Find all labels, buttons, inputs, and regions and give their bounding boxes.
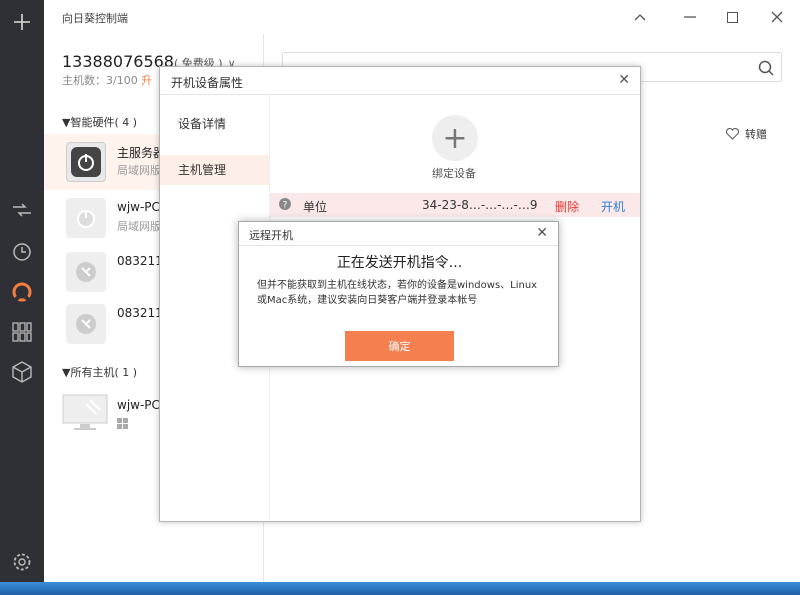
device-name: 083211 [117, 306, 163, 320]
group-all-hosts[interactable]: ▼所有主机( 1 ) [62, 364, 137, 380]
close-window-button[interactable] [767, 8, 787, 26]
poweron-link[interactable]: 开机 [601, 198, 625, 215]
history-icon[interactable] [8, 238, 36, 266]
collapse-icon[interactable] [630, 8, 650, 26]
tab-host-management[interactable]: 主机管理 [160, 155, 269, 185]
power-device-icon [66, 198, 106, 238]
host-count: 主机数：3/100 升 [62, 72, 152, 88]
dialog-title: 远程开机 [249, 229, 293, 242]
sunflower-devices-icon[interactable] [8, 278, 36, 306]
remote-boot-dialog: 远程开机 ✕ 正在发送开机指令... 但并不能获取到主机在线状态，若你的设备是w… [238, 221, 559, 367]
boot-stick-icon [66, 252, 106, 292]
dialog-header: 开机设备属性 ✕ [160, 67, 640, 95]
device-name: 主服务器 [117, 146, 166, 160]
device-name: wjw-PC [117, 200, 160, 214]
row-mac: 34-23-8…-…-…-…9 [422, 198, 538, 212]
add-icon[interactable] [8, 8, 36, 36]
close-icon[interactable]: ✕ [618, 72, 630, 88]
left-rail [0, 0, 44, 582]
search-icon[interactable] [758, 60, 774, 79]
os-taskbar [0, 582, 800, 595]
boot-stick-icon [66, 304, 106, 344]
windows-icon [117, 418, 128, 432]
confirm-button[interactable]: 确定 [345, 331, 454, 361]
dialog-header: 远程开机 ✕ [239, 222, 558, 246]
bind-device-button[interactable]: + [432, 115, 478, 161]
tab-device-details[interactable]: 设备详情 [160, 109, 269, 139]
upgrade-link[interactable]: 升 [141, 74, 152, 87]
device-name: 083211 [117, 254, 163, 268]
transfer-button[interactable]: 转赠 [726, 126, 767, 142]
dialog-message: 但并不能获取到主机在线状态，若你的设备是windows、Linux或Mac系统，… [257, 280, 538, 306]
remote-control-icon[interactable] [8, 196, 36, 224]
settings-gear-icon[interactable] [8, 548, 36, 576]
app-title: 向日葵控制端 [62, 12, 128, 25]
apps-grid-icon[interactable] [8, 318, 36, 346]
delete-link[interactable]: 删除 [555, 198, 579, 215]
minimize-button[interactable] [680, 8, 700, 26]
close-icon[interactable]: ✕ [536, 225, 548, 241]
transfer-label: 转赠 [745, 128, 767, 141]
help-icon[interactable]: ? [279, 198, 291, 213]
account-phone: 13388076568 [62, 52, 174, 71]
dialog-title: 开机设备属性 [171, 76, 244, 90]
host-count-text: 主机数：3/100 [62, 74, 138, 87]
dialog-heading: 正在发送开机指令... [336, 255, 463, 271]
table-row[interactable]: ? 单位 34-23-8…-…-…-…9 删除 开机 [270, 193, 640, 217]
box-icon[interactable] [8, 358, 36, 386]
bind-device-label: 绑定设备 [432, 167, 476, 180]
titlebar: 向日葵控制端 [44, 0, 800, 34]
maximize-button[interactable] [722, 8, 742, 26]
heart-icon [726, 128, 739, 140]
host-name: wjw-PC [117, 398, 160, 412]
svg-text:?: ? [283, 201, 288, 211]
group-smart-hardware[interactable]: ▼智能硬件( 4 ) [62, 114, 137, 130]
device-sub: 局域网版 [117, 164, 161, 177]
row-name: 单位 [303, 200, 328, 214]
device-sub: 局域网版 [117, 220, 161, 233]
monitor-icon [62, 394, 108, 435]
power-device-icon [66, 142, 106, 182]
